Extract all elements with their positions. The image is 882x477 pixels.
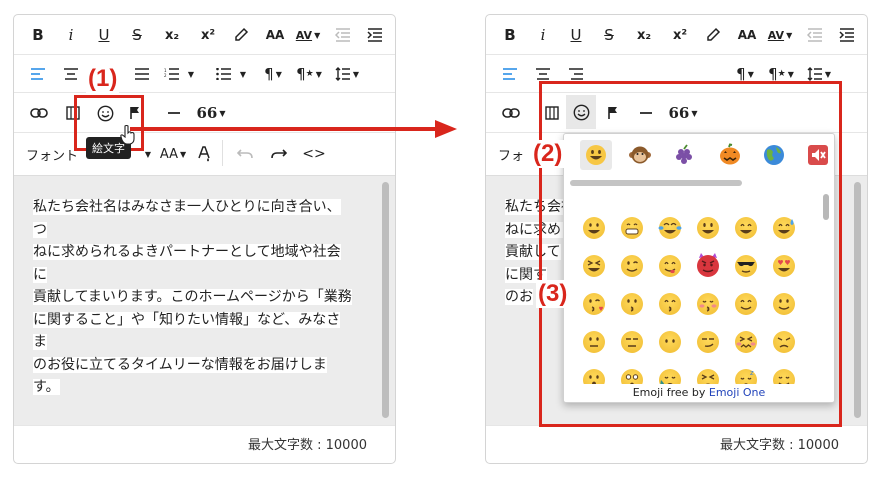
align-left-icon[interactable] [500,60,520,88]
star-icon: ★ [305,69,314,79]
chevron-down-icon: ▼ [315,69,322,79]
bullet-list-icon [216,68,231,80]
paragraph-style-button[interactable]: ¶ ★ ▼ [294,60,324,88]
step-label-2: (2) [531,140,565,168]
status-bar: 最大文字数 : 10000 [14,425,395,463]
italic-button[interactable]: i [61,21,81,49]
paragraph-icon: ¶ [264,65,274,83]
strikethrough-button[interactable]: S [599,21,619,49]
italic-button[interactable]: i [533,21,553,49]
chevron-down-icon: ▼ [786,30,793,40]
underline-button[interactable]: U [566,21,586,49]
line-height-icon [335,67,350,81]
text-line: 貢献してまいります。このホームページから「業務 [33,289,352,305]
editor-panel-before: B i U S x₂ x² AA AV ▼ 1 2 ▼ ▼ ¶ ▼ ¶ ★ ▼ … [13,14,396,464]
step-label-3: (3) [536,280,570,308]
ordered-list-button[interactable]: 1 2 ▼ [162,60,196,88]
chevron-down-icon: ▼ [187,69,195,79]
highlighter-icon[interactable] [230,21,252,49]
arrow-icon [130,120,457,138]
bold-button[interactable]: B [28,21,48,49]
status-bar: 最大文字数 : 10000 [486,425,867,463]
toolbar-row-2: 1 2 ▼ ▼ ¶ ▼ ¶ ★ ▼ ▼ [14,55,395,93]
text-line: ねに求められるよきパートナーとして地域や社会に [33,244,341,283]
indent-icon[interactable] [836,21,858,49]
superscript-button[interactable]: x² [196,21,220,49]
chevron-down-icon: ▼ [352,69,360,79]
chevron-down-icon: ▼ [180,149,187,159]
underline-button[interactable]: U [94,21,114,49]
chevron-down-icon: ▼ [219,108,226,118]
editor-panel-after: B i U S x₂ x² AA AV ▼ ¶ ▼ ¶ ★ ▼ ▼ 66 ▼ フ… [485,14,868,464]
line-height-button[interactable]: ▼ [332,60,362,88]
font-size-icon: AA [159,146,178,162]
toolbar-row-1: B i U S x₂ x² AA AV ▼ [486,15,867,55]
chevron-down-icon: ▼ [275,69,282,79]
outdent-icon[interactable] [804,21,826,49]
star-icon: ★ [777,69,786,79]
chevron-down-icon: ▼ [787,69,794,79]
outdent-icon[interactable] [332,21,354,49]
toolbar-row-4: フォント ▼ AA ▼ <> [14,133,395,175]
editor-content[interactable]: 私たち会社名はみなさま一人ひとりに向き合い、つ ねに求められるよきパートナーとし… [14,175,395,425]
link-icon[interactable] [500,99,522,127]
text-line: 私たち会社名はみなさま一人ひとりに向き合い、つ [33,199,341,238]
highlighter-icon[interactable] [702,21,724,49]
source-code-icon[interactable]: <> [302,140,326,168]
chevron-down-icon: ▼ [314,30,321,40]
strikethrough-button[interactable]: S [127,21,147,49]
subscript-button[interactable]: x₂ [160,21,184,49]
redo-icon[interactable] [268,140,290,168]
text-line: のお役に立てるタイムリーな情報をお届けします。 [33,356,327,395]
align-justify-icon[interactable] [132,60,152,88]
highlight-box-3 [539,81,842,427]
subscript-button[interactable]: x₂ [632,21,656,49]
toolbar-row-1: B i U S x₂ x² AA AV ▼ [14,15,395,55]
chevron-down-icon: ▼ [824,69,832,79]
paragraph-style-icon: ¶ [296,65,306,83]
undo-icon[interactable] [234,140,256,168]
font-size-icon[interactable]: AA [736,21,758,49]
svg-text:2: 2 [164,73,167,78]
font-size-select[interactable]: AA ▼ [158,140,188,168]
vertical-scrollbar[interactable] [382,182,389,418]
divider [222,140,223,166]
chevron-down-icon: ▼ [239,69,247,79]
align-center-icon[interactable] [61,60,81,88]
char-spacing-icon: AV [295,28,313,42]
editor-text: 私たち会社名はみなさま一人ひとりに向き合い、つ ねに求められるよきパートナーとし… [33,196,353,399]
align-left-icon[interactable] [28,60,48,88]
vertical-scrollbar[interactable] [854,182,861,418]
link-icon[interactable] [28,99,50,127]
text-line: に関すること」や「知りたい情報」など、みなさま [33,311,341,350]
char-counter: 最大文字数 : 10000 [720,438,839,453]
line-height-icon [807,67,822,81]
chevron-down-icon: ▼ [747,69,754,79]
indent-icon[interactable] [364,21,386,49]
char-spacing-button[interactable]: AV ▼ [290,21,326,49]
ordered-list-icon: 12 [164,68,179,80]
bold-button[interactable]: B [500,21,520,49]
char-spacing-icon: AV [767,28,785,42]
char-spacing-button[interactable]: AV ▼ [762,21,798,49]
char-counter: 最大文字数 : 10000 [248,438,367,453]
paragraph-button[interactable]: ¶ ▼ [260,60,286,88]
bullet-list-button[interactable]: ▼ [214,60,248,88]
superscript-button[interactable]: x² [668,21,692,49]
step-label-1: (1) [86,65,120,93]
font-size-icon[interactable]: AA [264,21,286,49]
text-color-icon[interactable] [194,140,214,168]
